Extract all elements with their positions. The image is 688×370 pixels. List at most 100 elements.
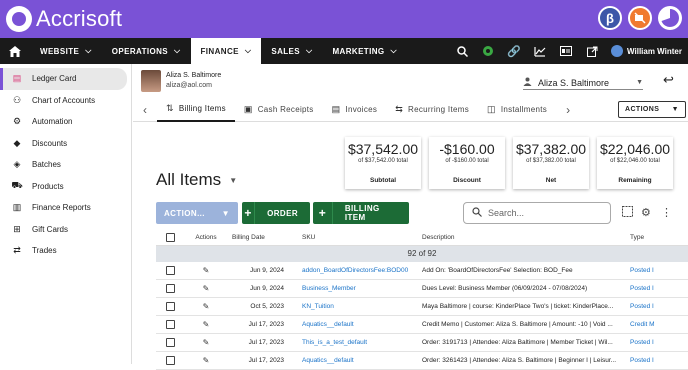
gift-icon: ⊞ [13, 223, 21, 234]
edit-icon[interactable]: ✎ [184, 338, 228, 347]
tab-invoices[interactable]: ▤ Invoices [323, 98, 387, 122]
customer-select[interactable]: Aliza S. Baltimore ▼ [523, 76, 643, 90]
edit-icon[interactable]: ✎ [184, 266, 228, 275]
cell-type-link[interactable]: Posted I [626, 303, 666, 310]
table-row: ✎ Oct 5, 2023 KN_Tuition Maya Baltimore … [156, 298, 688, 316]
sidebar-item-label: Trades [32, 246, 57, 256]
line-chart-icon[interactable] [533, 44, 547, 58]
sidebar-item-trades[interactable]: ⇄ Trades [0, 240, 131, 262]
cell-sku-link[interactable]: KN_Tuition [290, 303, 414, 310]
order-label: ORDER [267, 208, 298, 218]
invoice-icon: ▤ [331, 104, 341, 114]
billing-items-table: Actions Billing Date SKU Description Typ… [156, 230, 688, 370]
table-toolbar: ACTION... ▼ + ORDER + BILLING ITEM Searc… [156, 202, 686, 226]
tab-installments[interactable]: ◫ Installments [478, 98, 556, 122]
nav-sales[interactable]: SALES ⌵ [261, 38, 322, 64]
summary-sub: of $37,382.00 total [526, 158, 576, 164]
cell-type-link[interactable]: Posted I [626, 339, 666, 346]
nav-marketing[interactable]: MARKETING ⌵ [322, 38, 407, 64]
row-checkbox[interactable] [156, 266, 184, 275]
settings-icon[interactable]: ⚙ [641, 206, 651, 219]
cell-sku-link[interactable]: addon_BoardOfDirectorsFee:BOD00 [290, 267, 414, 274]
cell-type-link[interactable]: Posted I [626, 267, 666, 274]
summary-value: $37,382.00 [515, 141, 587, 157]
plus-icon: + [313, 202, 333, 224]
search-icon[interactable] [455, 44, 469, 58]
nav-finance[interactable]: FINANCE ⌵ [190, 38, 262, 64]
tab-label: Cash Receipts [257, 105, 314, 114]
tabs-prev-icon[interactable]: ‹ [133, 103, 157, 117]
header-billing-date[interactable]: Billing Date [228, 234, 290, 241]
tabs-next-icon[interactable]: › [556, 103, 580, 117]
summary-card-discount: -$160.00 of -$160.00 total Discount [429, 137, 505, 189]
list-title: All Items [156, 170, 222, 189]
header-sku[interactable]: SKU [290, 234, 414, 241]
sidebar-item-ledger-card[interactable]: ▤ Ledger Card [0, 68, 127, 90]
nav-website[interactable]: WEBSITE ⌵ [30, 38, 102, 64]
cell-date: Jun 9, 2024 [250, 285, 284, 292]
sidebar-item-discounts[interactable]: ◆ Discounts [0, 133, 131, 155]
header-actions[interactable]: Actions [184, 234, 228, 241]
bulk-action-dropdown[interactable]: ACTION... ▼ [156, 202, 238, 224]
mute-icon[interactable] [628, 6, 652, 30]
chevron-down-icon: ⌵ [306, 46, 313, 55]
nav-operations[interactable]: OPERATIONS ⌵ [102, 38, 191, 64]
sidebar-item-finance-reports[interactable]: ▥ Finance Reports [0, 197, 131, 219]
sidebar-item-automation[interactable]: ⚙ Automation [0, 111, 131, 133]
beta-icon[interactable]: β [598, 6, 622, 30]
id-card-icon[interactable] [559, 44, 573, 58]
row-checkbox[interactable] [156, 302, 184, 311]
sidebar-item-batches[interactable]: ◈ Batches [0, 154, 131, 176]
edit-icon[interactable]: ✎ [184, 320, 228, 329]
add-order-button[interactable]: + ORDER [242, 202, 310, 224]
edit-icon[interactable]: ✎ [184, 284, 228, 293]
row-checkbox[interactable] [156, 320, 184, 329]
back-arrow-icon[interactable]: ↩ [663, 72, 674, 88]
tab-recurring-items[interactable]: ⇆ Recurring Items [386, 98, 478, 122]
cell-type-link[interactable]: Posted I [626, 357, 666, 364]
cell-type-link[interactable]: Posted I [626, 285, 666, 292]
cell-type-link[interactable]: Credit M [626, 321, 666, 328]
tab-billing-items[interactable]: ⇅ Billing Items [157, 98, 235, 122]
summary-value: $37,542.00 [347, 141, 419, 157]
home-icon[interactable] [0, 45, 30, 57]
gear-icon[interactable] [481, 44, 495, 58]
select-area-icon[interactable] [622, 206, 633, 220]
summary-label: Remaining [618, 177, 652, 184]
add-billing-item-button[interactable]: + BILLING ITEM [313, 202, 409, 224]
search-input[interactable]: Search... [463, 202, 611, 224]
accrisoft-logo[interactable]: Accrisoft [6, 6, 122, 32]
cell-description: Order: 3261423 | Attendee: Aliza S. Balt… [422, 357, 617, 364]
cell-date: Jul 17, 2023 [248, 321, 284, 328]
action-label: ACTION... [164, 208, 205, 218]
table-row: ✎ Jul 17, 2023 Aquatics__default Order: … [156, 352, 688, 370]
cell-sku-link[interactable]: Business_Member [290, 285, 414, 292]
tab-cash-receipts[interactable]: ▣ Cash Receipts [235, 98, 323, 122]
user-menu[interactable]: William Winter [611, 45, 682, 57]
cell-sku-link[interactable]: This_is_a_test_default [290, 339, 414, 346]
cell-description: Dues Level: Business Member (06/09/2024 … [422, 285, 588, 292]
sidebar-item-products[interactable]: ⛟ Products [0, 176, 131, 198]
sidebar-item-label: Finance Reports [32, 203, 91, 213]
external-link-icon[interactable] [585, 44, 599, 58]
row-checkbox[interactable] [156, 284, 184, 293]
cell-sku-link[interactable]: Aquatics__default [290, 321, 414, 328]
header-type[interactable]: Type [626, 234, 666, 241]
nav-website-label: WEBSITE [40, 46, 80, 56]
actions-button[interactable]: ACTIONS ▼ [618, 101, 686, 118]
user-avatar [611, 45, 624, 57]
sidebar-item-gift-cards[interactable]: ⊞ Gift Cards [0, 219, 131, 241]
sidebar-item-label: Gift Cards [32, 224, 69, 234]
header-description[interactable]: Description [414, 234, 626, 241]
list-view-selector[interactable]: All Items ▼ [156, 170, 237, 190]
row-checkbox[interactable] [156, 338, 184, 347]
select-all-checkbox[interactable] [156, 233, 184, 242]
pie-chart-icon[interactable] [658, 6, 682, 30]
edit-icon[interactable]: ✎ [184, 302, 228, 311]
cell-description: Maya Baltimore | course: KinderPlace Two… [422, 303, 614, 310]
cell-date: Jun 9, 2024 [250, 267, 284, 274]
cell-sku-link[interactable]: Aquatics__default [290, 357, 414, 364]
sidebar-item-chart-of-accounts[interactable]: ⚇ Chart of Accounts [0, 90, 131, 112]
more-vertical-icon[interactable]: ⋮ [661, 206, 672, 219]
link-icon[interactable]: 🔗 [507, 44, 521, 58]
